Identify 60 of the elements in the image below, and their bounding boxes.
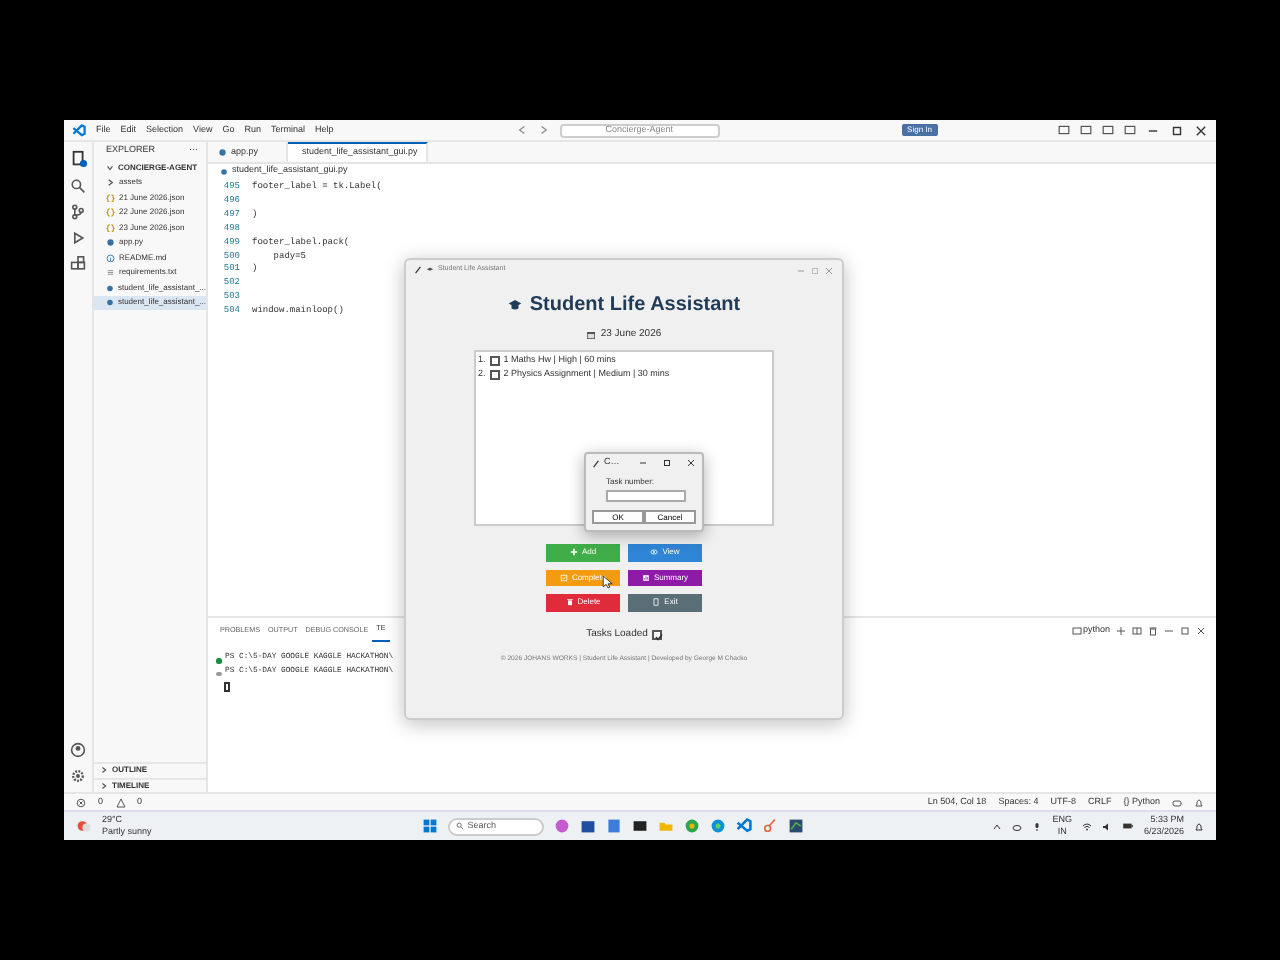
task-checkbox[interactable] — [489, 356, 500, 366]
plus-icon — [569, 548, 578, 557]
braces-icon — [106, 223, 115, 232]
search-icon[interactable] — [70, 178, 86, 194]
python-file-icon — [220, 167, 228, 175]
windows-start-icon[interactable] — [421, 818, 438, 834]
terminal-icon[interactable] — [631, 818, 648, 834]
weather-icon[interactable] — [76, 818, 92, 834]
maximize-icon[interactable] — [662, 458, 672, 468]
bell-icon[interactable] — [1194, 797, 1204, 807]
maximize-icon[interactable] — [1170, 123, 1184, 137]
feather-icon — [414, 266, 422, 274]
chevron-up-icon[interactable] — [992, 821, 1003, 831]
notification-icon[interactable] — [1194, 821, 1204, 831]
extensions-icon[interactable] — [70, 256, 86, 272]
close-icon[interactable] — [1196, 625, 1206, 636]
error-icon[interactable] — [76, 797, 86, 807]
checkbox-icon — [559, 573, 568, 582]
lines-icon — [106, 268, 115, 277]
plus-icon[interactable] — [1116, 625, 1126, 636]
python-app-icon[interactable] — [787, 818, 804, 834]
eye-icon — [650, 548, 659, 557]
calendar-icon — [586, 330, 597, 340]
settings-icon[interactable] — [70, 768, 86, 784]
app-heading: Student Life Assistant — [529, 292, 741, 320]
door-icon — [652, 598, 661, 607]
vscode-logo-icon — [72, 123, 86, 137]
source-control-icon[interactable] — [70, 204, 86, 220]
mouse-pointer-icon — [602, 574, 614, 590]
close-icon[interactable] — [1194, 123, 1208, 137]
task-checkbox[interactable] — [489, 370, 500, 380]
wifi-icon[interactable] — [1081, 821, 1092, 831]
mortarboard-icon — [426, 266, 434, 274]
account-icon[interactable] — [70, 742, 86, 758]
feather-icon — [592, 459, 600, 467]
info-icon — [106, 253, 115, 262]
files-icon[interactable] — [69, 150, 87, 168]
speaker-icon[interactable] — [1101, 821, 1112, 831]
minimize-icon[interactable] — [638, 458, 648, 468]
task-number-field[interactable] — [606, 490, 686, 502]
braces-icon — [106, 208, 115, 217]
search-icon — [455, 822, 464, 830]
command-status-icon — [216, 671, 221, 677]
command-status-icon — [216, 658, 221, 664]
mortarboard-icon — [507, 298, 522, 312]
terminal-icon — [1072, 625, 1083, 636]
warning-icon[interactable] — [115, 797, 126, 807]
chart-icon — [641, 573, 650, 582]
run-debug-icon[interactable] — [70, 230, 86, 246]
close-icon[interactable] — [686, 458, 696, 468]
split-icon[interactable] — [1132, 625, 1142, 636]
python-file-icon — [106, 238, 115, 247]
snipping-tool-icon[interactable] — [761, 818, 778, 834]
vscode-logo-icon[interactable] — [735, 818, 752, 834]
braces-icon — [106, 193, 115, 202]
terminal-cursor — [224, 682, 229, 693]
trash-icon — [565, 598, 574, 607]
battery-icon[interactable] — [1121, 820, 1134, 832]
trash-icon[interactable] — [1148, 625, 1158, 636]
chevron-right-icon — [106, 178, 115, 187]
